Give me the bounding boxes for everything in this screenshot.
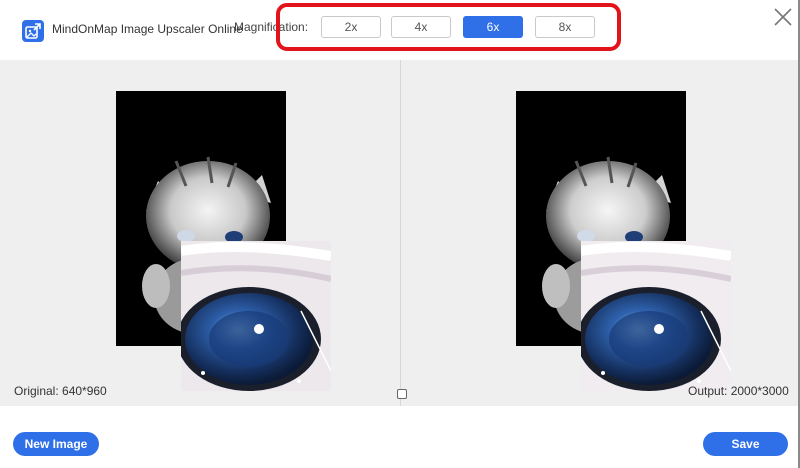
footer-bar [0,406,800,468]
preview-divider [400,60,401,406]
app-title: MindOnMap Image Upscaler Online [52,22,243,36]
new-image-button[interactable]: New Image [13,432,99,456]
upscale-image-icon [22,20,44,42]
save-button[interactable]: Save [703,432,788,456]
output-size-caption: Output: 2000*3000 [688,384,789,398]
magnification-6x-button[interactable]: 6x [463,16,523,38]
magnification-label: Magnification: [234,20,309,34]
magnification-4x-button[interactable]: 4x [391,16,451,38]
close-icon[interactable] [772,6,794,28]
output-zoom-magnifier [581,241,731,391]
magnification-8x-button[interactable]: 8x [535,16,595,38]
compare-icon[interactable] [397,389,407,399]
original-zoom-magnifier [181,241,331,391]
original-size-caption: Original: 640*960 [14,384,107,398]
magnification-2x-button[interactable]: 2x [321,16,381,38]
